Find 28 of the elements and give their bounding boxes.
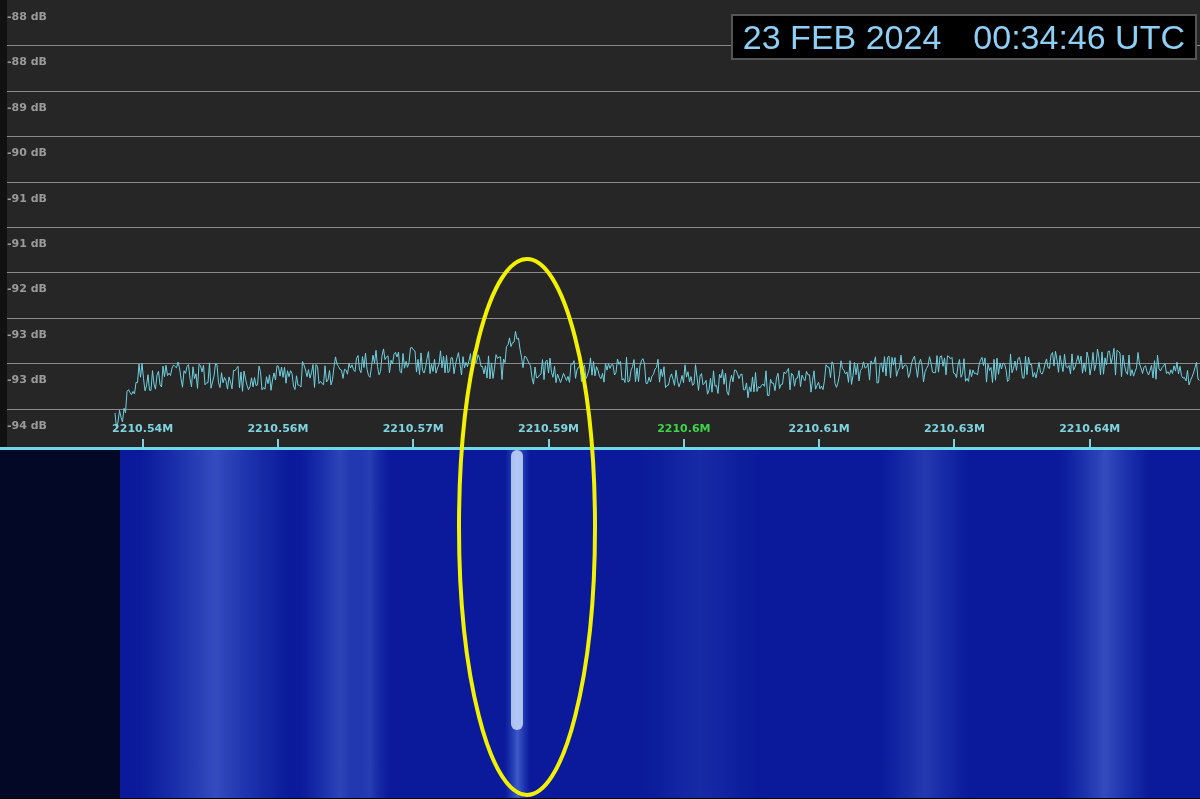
tick-mark bbox=[682, 439, 685, 447]
db-label: -88 dB bbox=[7, 55, 47, 69]
db-label: -90 dB bbox=[7, 146, 47, 160]
db-label: -92 dB bbox=[7, 282, 47, 296]
db-label: -88 dB bbox=[7, 10, 47, 23]
frequency-label: 2210.61M bbox=[788, 422, 850, 436]
db-label: -89 dB bbox=[7, 100, 47, 114]
frequency-label: 2210.6M bbox=[657, 422, 711, 436]
time-text: 00:34:46 UTC bbox=[973, 18, 1185, 56]
db-label: -91 dB bbox=[7, 191, 47, 205]
tick-mark bbox=[276, 439, 279, 447]
frequency-label: 2210.57M bbox=[382, 422, 444, 436]
db-label: -93 dB bbox=[7, 373, 47, 387]
tick-mark bbox=[141, 439, 144, 447]
frequency-label: 2210.59M bbox=[518, 422, 580, 436]
frequency-label: 2210.64M bbox=[1059, 422, 1121, 436]
tick-mark bbox=[1088, 439, 1091, 447]
db-label: -91 dB bbox=[7, 236, 47, 250]
tick-mark bbox=[818, 439, 821, 447]
db-label: -93 dB bbox=[7, 327, 47, 341]
date-text: 23 FEB 2024 bbox=[742, 18, 942, 56]
tick-mark bbox=[547, 439, 550, 447]
db-label: -94 dB bbox=[7, 418, 47, 432]
tick-mark bbox=[412, 439, 415, 447]
frequency-label: 2210.54M bbox=[112, 422, 174, 436]
frequency-label: 2210.56M bbox=[247, 422, 309, 436]
tick-mark bbox=[953, 439, 956, 447]
frequency-label: 2210.63M bbox=[923, 422, 985, 436]
